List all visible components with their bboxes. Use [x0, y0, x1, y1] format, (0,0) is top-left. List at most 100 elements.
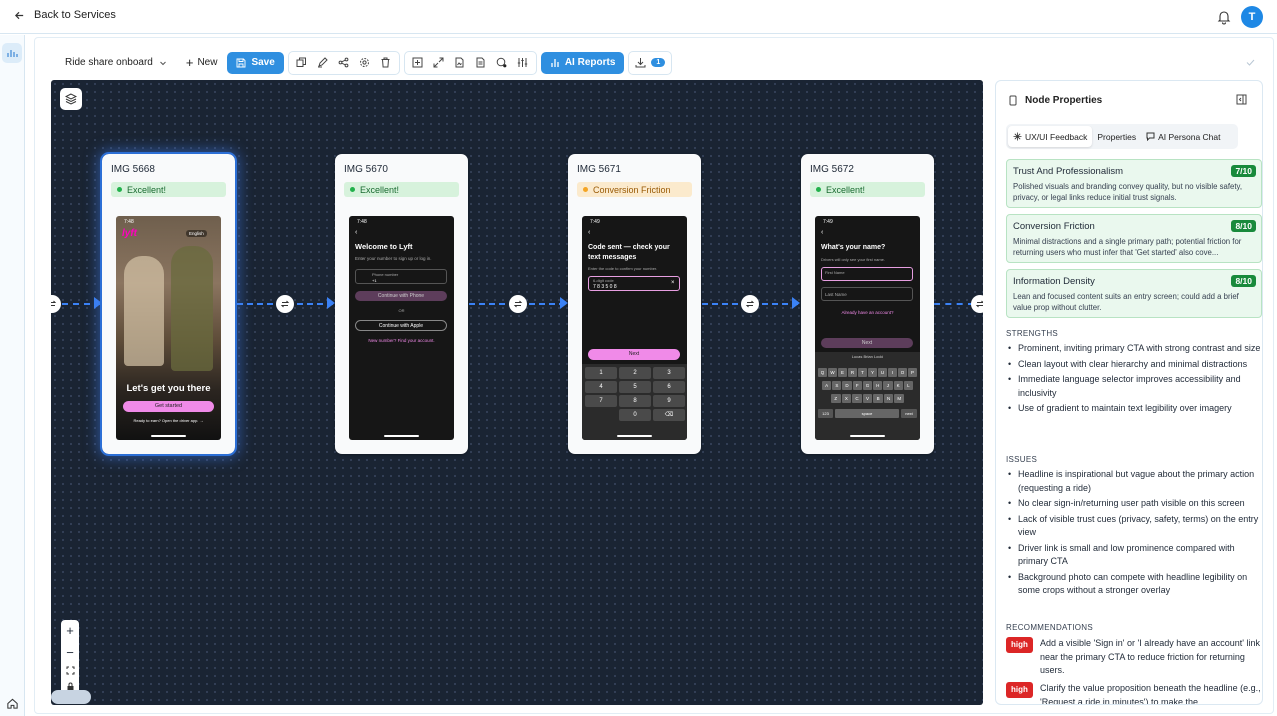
home-icon[interactable] [6, 697, 19, 710]
screen-node[interactable]: IMG 5670 Excellent! 7:48 ‹ Welcome to Ly… [335, 154, 468, 454]
screen-node[interactable]: IMG 5668 Excellent! 7:48 lyft English Le… [100, 152, 237, 456]
phone-label: Phone number [372, 272, 399, 277]
swap-icon [51, 300, 57, 306]
screen-node[interactable]: IMG 5671 Conversion Friction 7:49 ‹ Code… [568, 154, 701, 454]
ai-reports-button[interactable]: AI Reports [540, 51, 625, 74]
keyboard-key: R [848, 368, 857, 377]
score-description: Polished visuals and branding convey qua… [1013, 182, 1242, 202]
strengths-list: Prominent, inviting primary CTA with str… [1008, 342, 1262, 418]
keyboard-key: Y [868, 368, 877, 377]
keyboard-key: L [903, 381, 913, 390]
bell-icon[interactable] [1216, 9, 1232, 25]
status-badge: Excellent! [810, 182, 925, 197]
swap-icon [513, 300, 523, 308]
panel-header: Node Properties [996, 81, 1262, 119]
screen-node[interactable]: IMG 5672 Excellent! 7:49 ‹ What's your n… [801, 154, 934, 454]
file-image-icon [455, 57, 464, 68]
collapse-panel-icon[interactable] [1236, 94, 1247, 105]
zoom-out-button[interactable]: − [66, 645, 74, 660]
list-item: Use of gradient to maintain text legibil… [1008, 402, 1262, 416]
keyboard-key: A [822, 381, 832, 390]
keyboard-key: G [862, 381, 873, 390]
adjust-button[interactable] [513, 53, 533, 73]
next-button: Next [588, 349, 680, 360]
settings-button[interactable] [355, 53, 375, 73]
user-avatar[interactable]: T [1241, 6, 1263, 28]
share-button[interactable] [334, 53, 354, 73]
language-selector: English [186, 230, 207, 237]
keypad-key: 2 [619, 367, 651, 379]
project-select[interactable]: Ride share onboard [50, 51, 176, 75]
add-node-button[interactable] [408, 53, 428, 73]
screen-thumbnail: 7:48 ‹ Welcome to Lyft Enter your number… [349, 216, 454, 440]
save-button[interactable]: Save [227, 51, 284, 74]
status-label: Excellent! [826, 184, 866, 195]
downloads-button[interactable]: 1 [628, 50, 673, 75]
list-item: No clear sign-in/returning user path vis… [1008, 497, 1262, 511]
layers-button[interactable] [60, 88, 82, 110]
flow-toolbar: Ride share onboard + New Save AI Reports… [50, 50, 673, 75]
tab-label: Properties [1097, 131, 1137, 142]
back-chevron: ‹ [355, 229, 358, 236]
edge-swap-button[interactable] [509, 295, 527, 313]
edge-swap-button[interactable] [741, 295, 759, 313]
status-badge: Excellent! [344, 182, 459, 197]
recommendation-text: Clarify the value proposition beneath th… [1040, 683, 1261, 705]
project-name: Ride share onboard [65, 57, 153, 68]
code-value: 7 8 3 5 0 8 [593, 284, 617, 290]
list-item: Prominent, inviting primary CTA with str… [1008, 342, 1262, 356]
score-value: 7/10 [1231, 165, 1256, 177]
download-count-badge: 1 [651, 58, 666, 67]
minimap-toggle[interactable] [51, 690, 91, 704]
keypad-key: 0 [619, 409, 651, 421]
key-row: QWERTYUIOP [818, 368, 917, 377]
flow-canvas[interactable]: IMG 5668 Excellent! 7:48 lyft English Le… [51, 80, 983, 705]
node-title: IMG 5672 [810, 164, 854, 175]
edge-swap-button[interactable] [51, 295, 61, 313]
keypad-key: 7 [585, 395, 617, 407]
edit-button[interactable] [313, 53, 333, 73]
edge-swap-button[interactable] [971, 295, 983, 313]
recommendation-item: high Clarify the value proposition benea… [1006, 682, 1262, 705]
duplicate-button[interactable] [292, 53, 312, 73]
expand-button[interactable] [429, 53, 449, 73]
edge-swap-button[interactable] [276, 295, 294, 313]
recommendation-text: Add a visible 'Sign in' or 'I already ha… [1040, 638, 1260, 675]
back-chevron: ‹ [821, 229, 824, 236]
status-time: 7:48 [124, 219, 134, 225]
panel-tabs: UX/UI Feedback Properties AI Persona Cha… [1006, 124, 1238, 149]
key-row: ZXCVBNM [831, 394, 905, 403]
zoom-in-button[interactable]: + [66, 623, 74, 638]
delete-button[interactable] [376, 53, 396, 73]
keypad-key: 5 [619, 381, 651, 393]
keyboard-key: F [852, 381, 862, 390]
tab-ux-ui-feedback[interactable]: UX/UI Feedback [1008, 126, 1093, 147]
export-doc-button[interactable] [471, 53, 491, 73]
status-badge: Excellent! [111, 182, 226, 197]
new-button[interactable]: + New [180, 52, 224, 74]
screen-headline: Welcome to Lyft [355, 242, 413, 251]
tab-ai-persona-chat[interactable]: AI Persona Chat [1141, 126, 1225, 147]
export-image-button[interactable] [450, 53, 470, 73]
screen-subtitle: Enter the code to confirm your number. [588, 266, 658, 271]
tab-properties[interactable]: Properties [1092, 126, 1141, 147]
pencil-icon [318, 57, 329, 68]
flows-nav-item[interactable] [2, 43, 22, 63]
screen-headline: What's your name? [821, 244, 886, 251]
back-to-services-link[interactable]: Back to Services [14, 9, 116, 21]
back-chevron: ‹ [588, 229, 591, 236]
keyboard-key: E [838, 368, 847, 377]
next-button: Next [821, 338, 913, 348]
keyboard-key: P [908, 368, 917, 377]
fit-view-icon[interactable] [66, 666, 75, 675]
score-card: Trust And Professionalism 7/10 Polished … [1006, 159, 1262, 208]
home-indicator [151, 435, 186, 437]
top-bar: Back to Services T [0, 0, 1277, 34]
swap-icon [975, 300, 983, 308]
priority-badge: high [1006, 637, 1033, 653]
keyboard-key: X [841, 394, 852, 403]
check-icon [1246, 59, 1255, 66]
screen-thumbnail: 7:49 ‹ Code sent — check your text messa… [582, 216, 687, 440]
ai-analyze-button[interactable] [492, 53, 512, 73]
keyboard-key: T [858, 368, 867, 377]
